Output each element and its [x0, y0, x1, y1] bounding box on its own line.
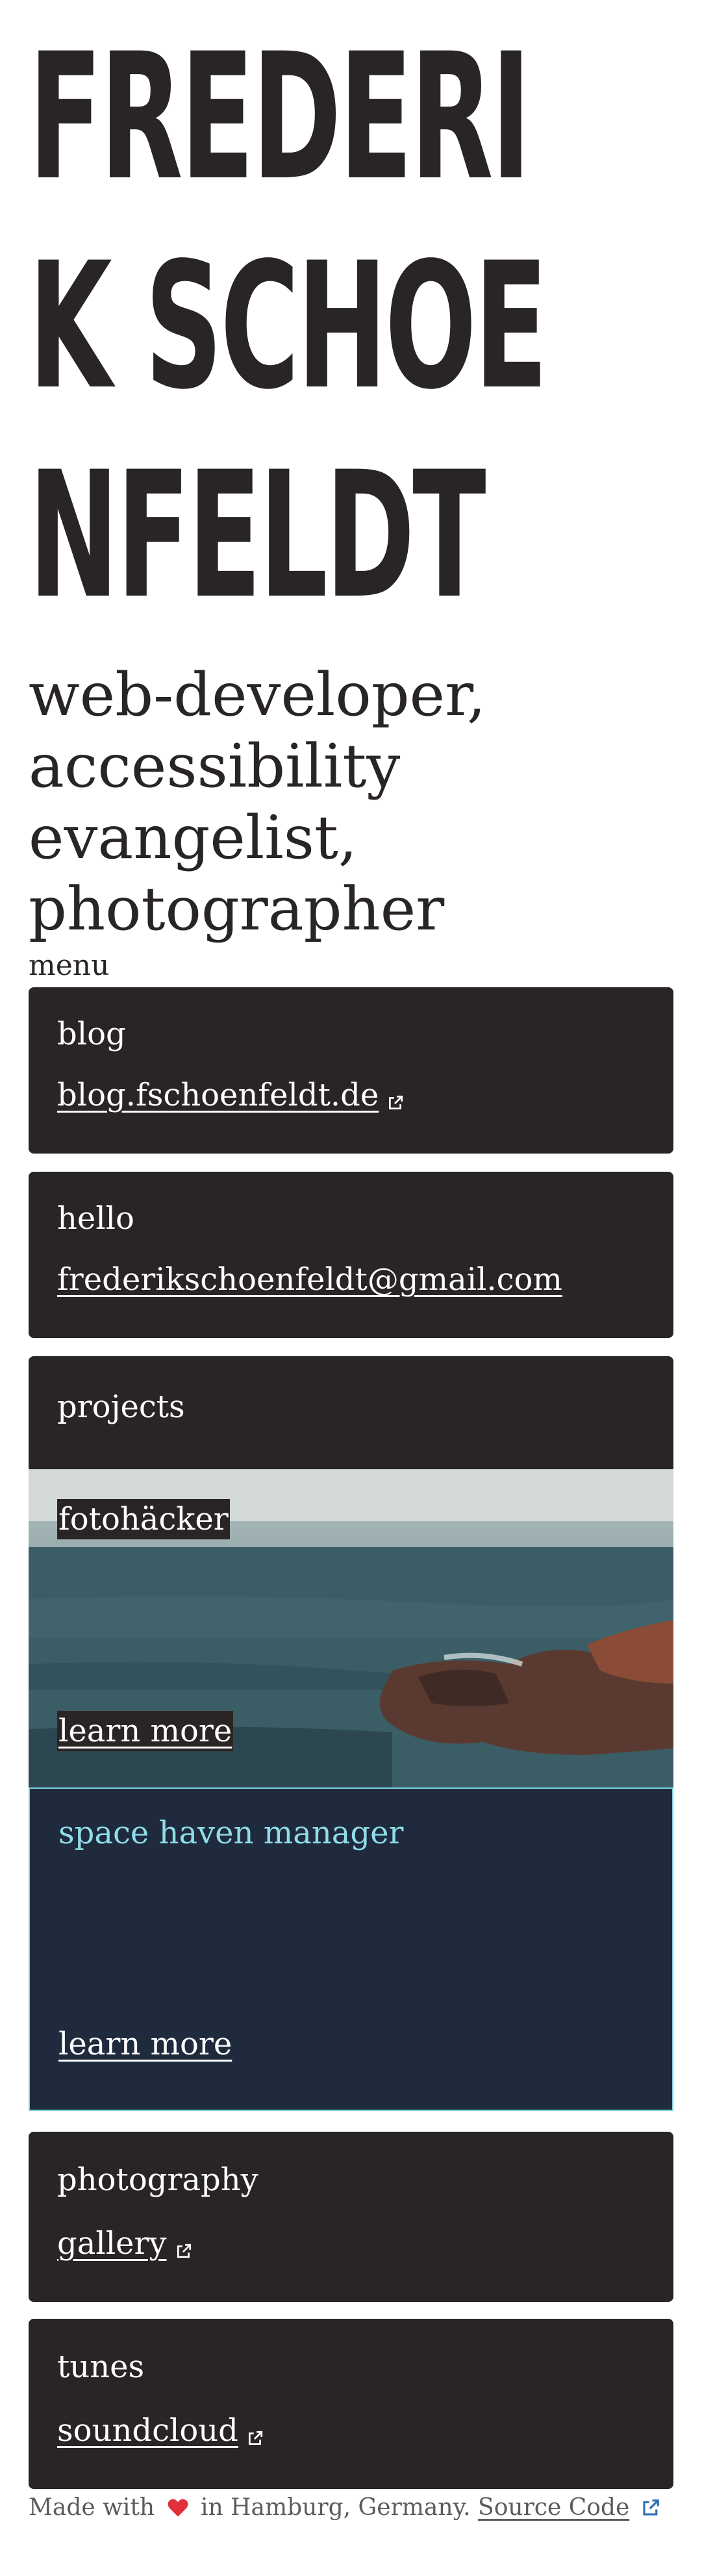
- external-link-icon: [643, 2499, 659, 2516]
- soundcloud-link[interactable]: soundcloud: [57, 2412, 238, 2449]
- space-haven-title: space haven manager: [58, 1815, 404, 1851]
- blog-card: blog blog.fschoenfeldt.de: [29, 987, 673, 1154]
- tunes-card-label: tunes: [57, 2349, 145, 2385]
- project-space-haven-manager[interactable]: space haven manager learn more: [29, 1787, 673, 2111]
- hello-card-label: hello: [57, 1200, 134, 1237]
- footer-made-with: Made with: [29, 2494, 155, 2521]
- external-link-icon: [389, 1095, 403, 1109]
- hero-name-line-3: NFELDT: [29, 435, 486, 637]
- menu-heading: menu: [29, 949, 110, 982]
- projects-card-label: projects: [57, 1389, 185, 1425]
- source-code-link[interactable]: Source Code: [478, 2494, 629, 2521]
- footer-location: in Hamburg, Germany.: [201, 2494, 471, 2521]
- tunes-card: tunes soundcloud: [29, 2319, 673, 2489]
- hero-name-line-2: K SCHOE: [29, 225, 548, 428]
- external-link-icon: [177, 2243, 191, 2258]
- hero-name: FREDERI K SCHOE NFELDT: [29, 0, 673, 650]
- blog-card-label: blog: [57, 1016, 126, 1052]
- page-wrapper: FREDERI K SCHOE NFELDT web-developer, ac…: [29, 0, 673, 2521]
- hero-name-line-1: FREDERI: [29, 16, 531, 219]
- hero-subtitle: web-developer, accessibility evangelist,…: [29, 660, 486, 944]
- photography-card: photography gallery: [29, 2132, 673, 2302]
- blog-link[interactable]: blog.fschoenfeldt.de: [57, 1077, 379, 1113]
- photography-card-label: photography: [57, 2162, 258, 2198]
- space-haven-learn-more-link[interactable]: learn more: [58, 2026, 232, 2062]
- projects-card: projects: [29, 1356, 673, 1469]
- project-fotohacker[interactable]: fotohäcker learn more: [29, 1469, 673, 1787]
- gallery-link[interactable]: gallery: [57, 2225, 167, 2262]
- external-link-icon: [248, 2431, 263, 2445]
- hello-card: hello frederikschoenfeldt@gmail.com: [29, 1172, 673, 1338]
- heart-icon: [168, 2499, 188, 2517]
- footer: Made with in Hamburg, Germany. Source Co…: [29, 2493, 702, 2523]
- fotohacker-title: fotohäcker: [57, 1499, 230, 1539]
- email-link[interactable]: frederikschoenfeldt@gmail.com: [57, 1261, 562, 1298]
- fotohacker-learn-more-link[interactable]: learn more: [57, 1711, 234, 1751]
